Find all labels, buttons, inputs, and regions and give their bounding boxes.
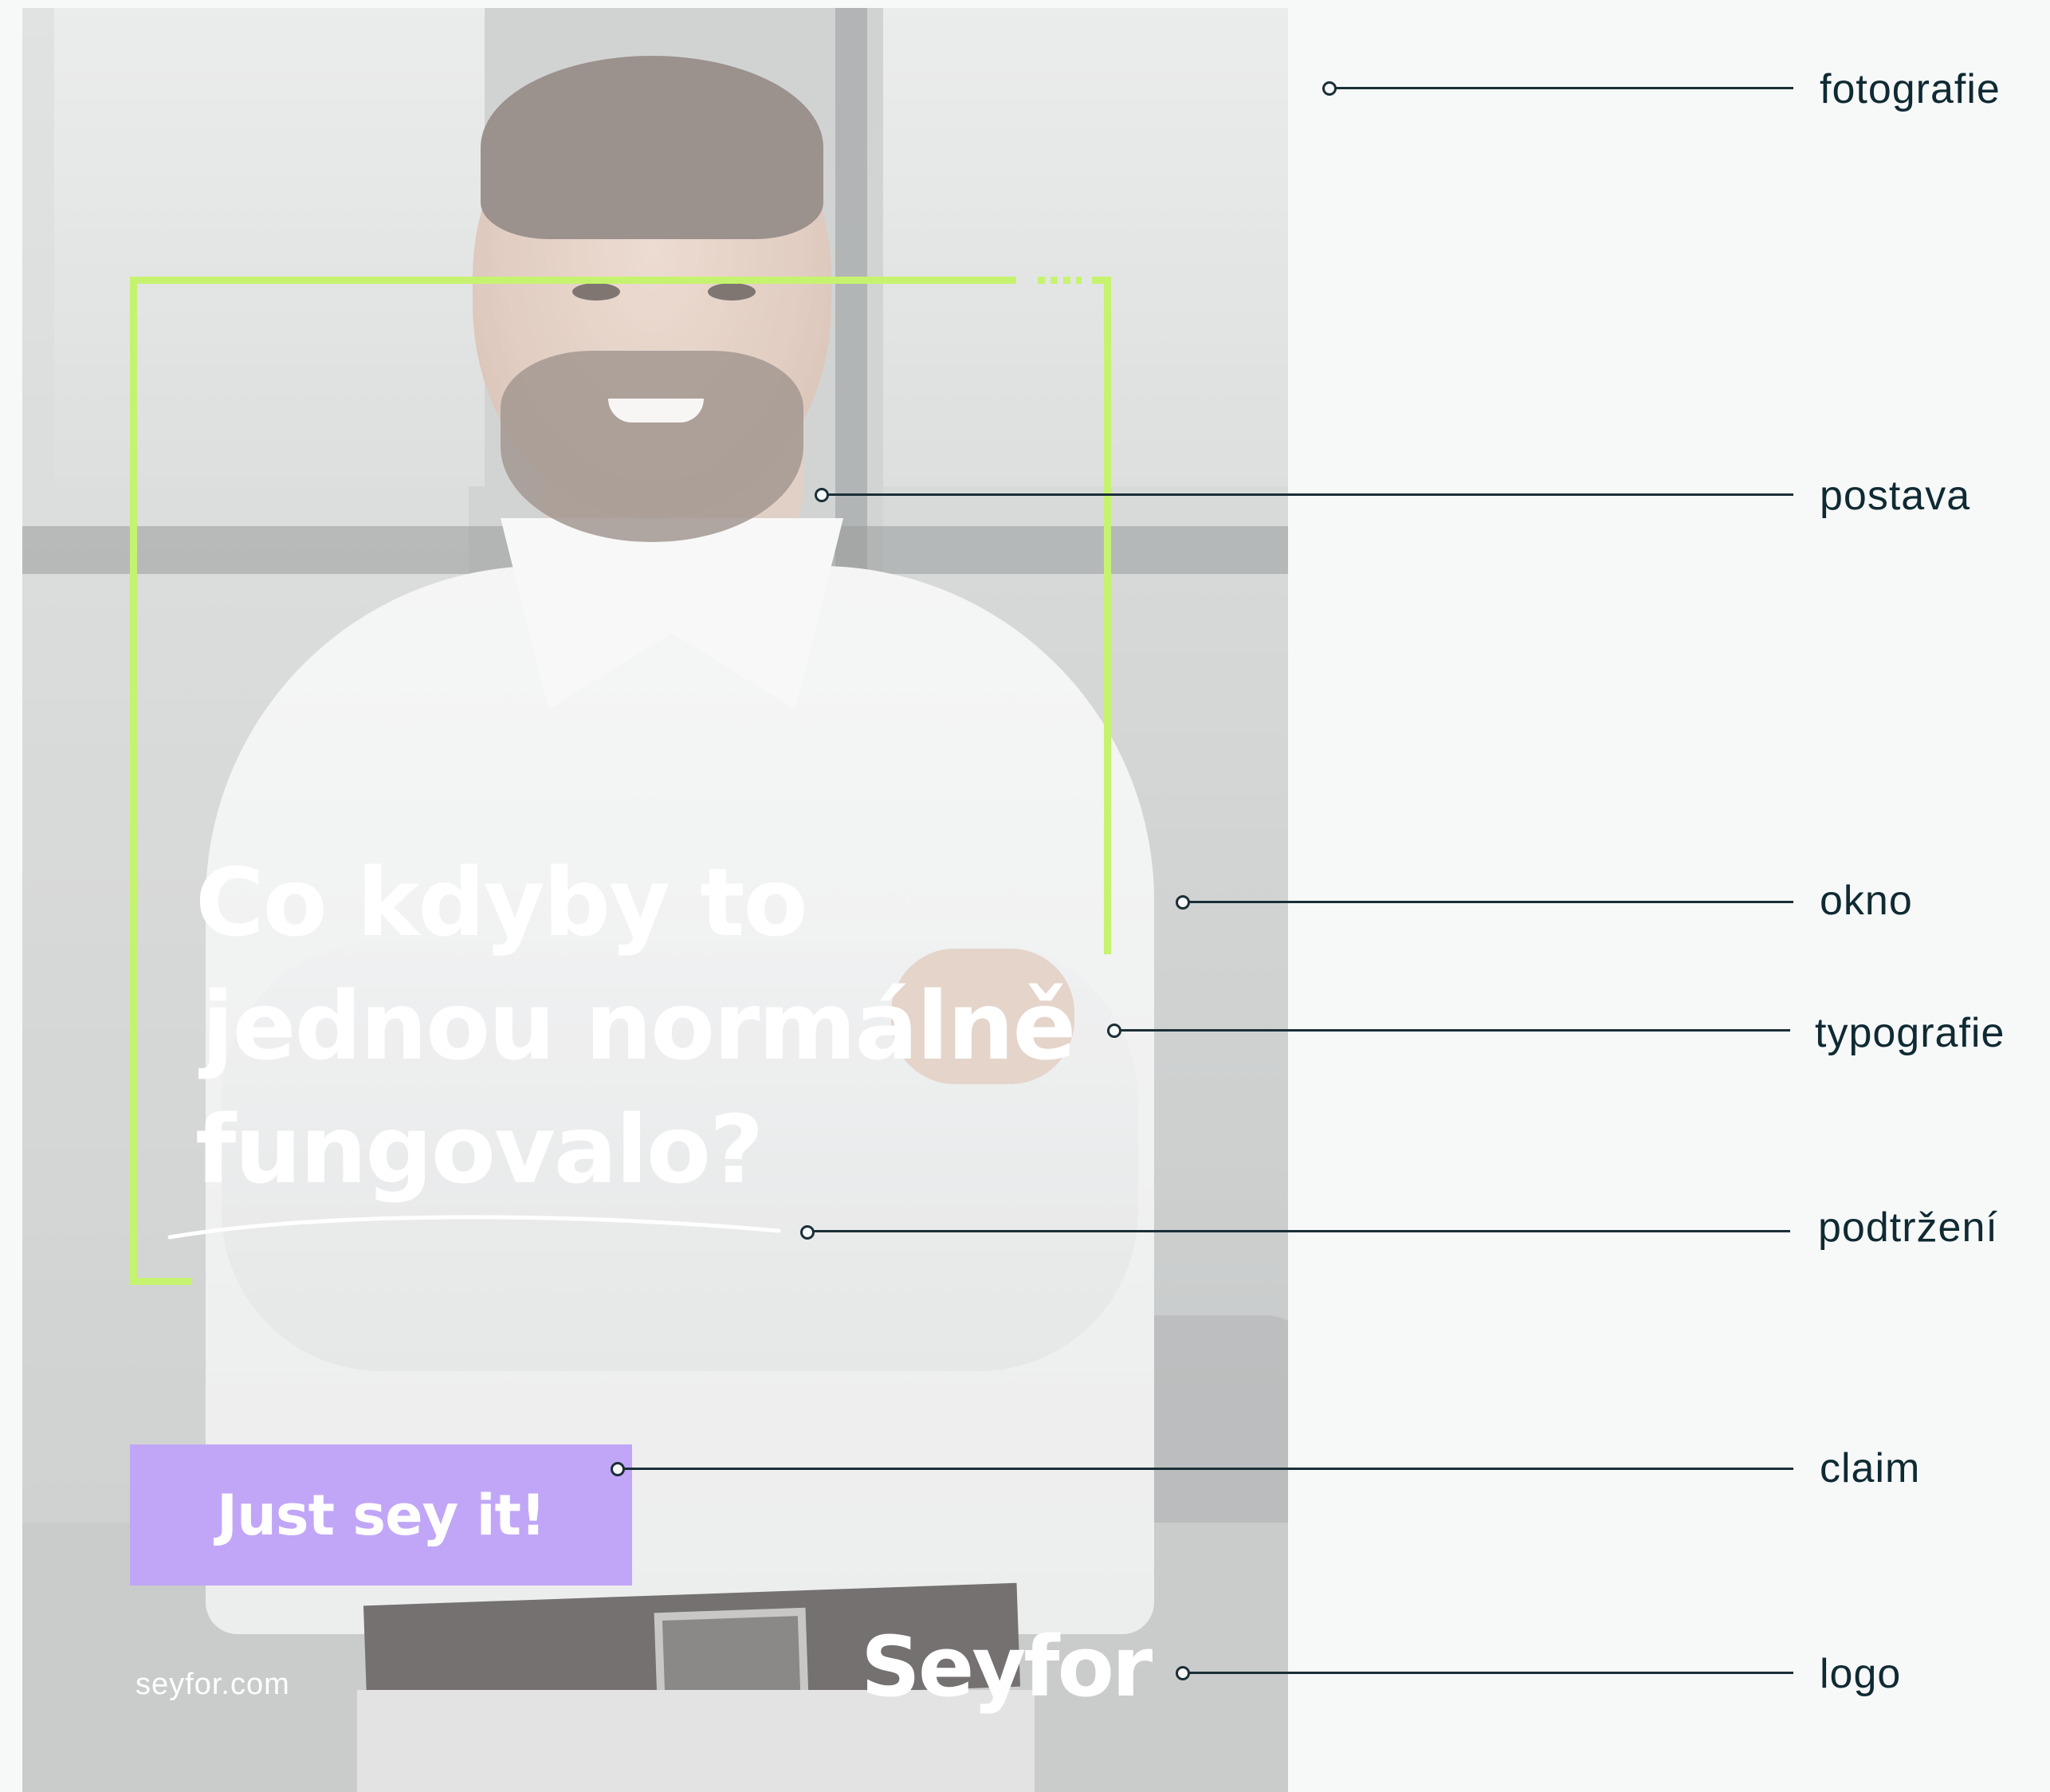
annotation-dot <box>800 1225 815 1240</box>
headline-underline <box>167 1215 781 1240</box>
annotation-label-podtrzeni: podtržení <box>1818 1204 1998 1251</box>
annotation-label-typografie: typografie <box>1815 1010 2005 1056</box>
annotation-line <box>1119 1029 1790 1032</box>
website-url: seyfor.com <box>135 1668 290 1701</box>
headline: Co kdyby to jednou normálně fungovalo? <box>195 841 1152 1212</box>
headline-line: Co kdyby to <box>195 847 808 957</box>
frame-dashes <box>1038 277 1082 284</box>
frame-left <box>130 277 137 1285</box>
seyfor-logo: Seyfor <box>861 1618 1153 1715</box>
annotation-label-okno: okno <box>1820 878 1913 924</box>
annotation-line <box>1188 1672 1793 1674</box>
annotation-label-logo: logo <box>1820 1651 1902 1697</box>
annotation-label-fotografie: fotografie <box>1820 66 2001 112</box>
annotation-line <box>1334 87 1793 89</box>
frame-bottom <box>130 1278 192 1285</box>
claim-text: Just sey it! <box>217 1482 546 1548</box>
annotation-line <box>827 493 1793 496</box>
headline-line: jednou normálně <box>202 971 1076 1081</box>
annotation-label-postava: postava <box>1820 473 1971 519</box>
claim-box: Just sey it! <box>130 1444 632 1586</box>
annotation-line <box>622 1468 1793 1470</box>
frame-top <box>130 277 1016 284</box>
annotation-line <box>1188 901 1793 903</box>
annotation-line <box>812 1230 1790 1232</box>
annotation-label-claim: claim <box>1820 1445 1921 1491</box>
headline-line: fungovalo? <box>195 1094 764 1204</box>
